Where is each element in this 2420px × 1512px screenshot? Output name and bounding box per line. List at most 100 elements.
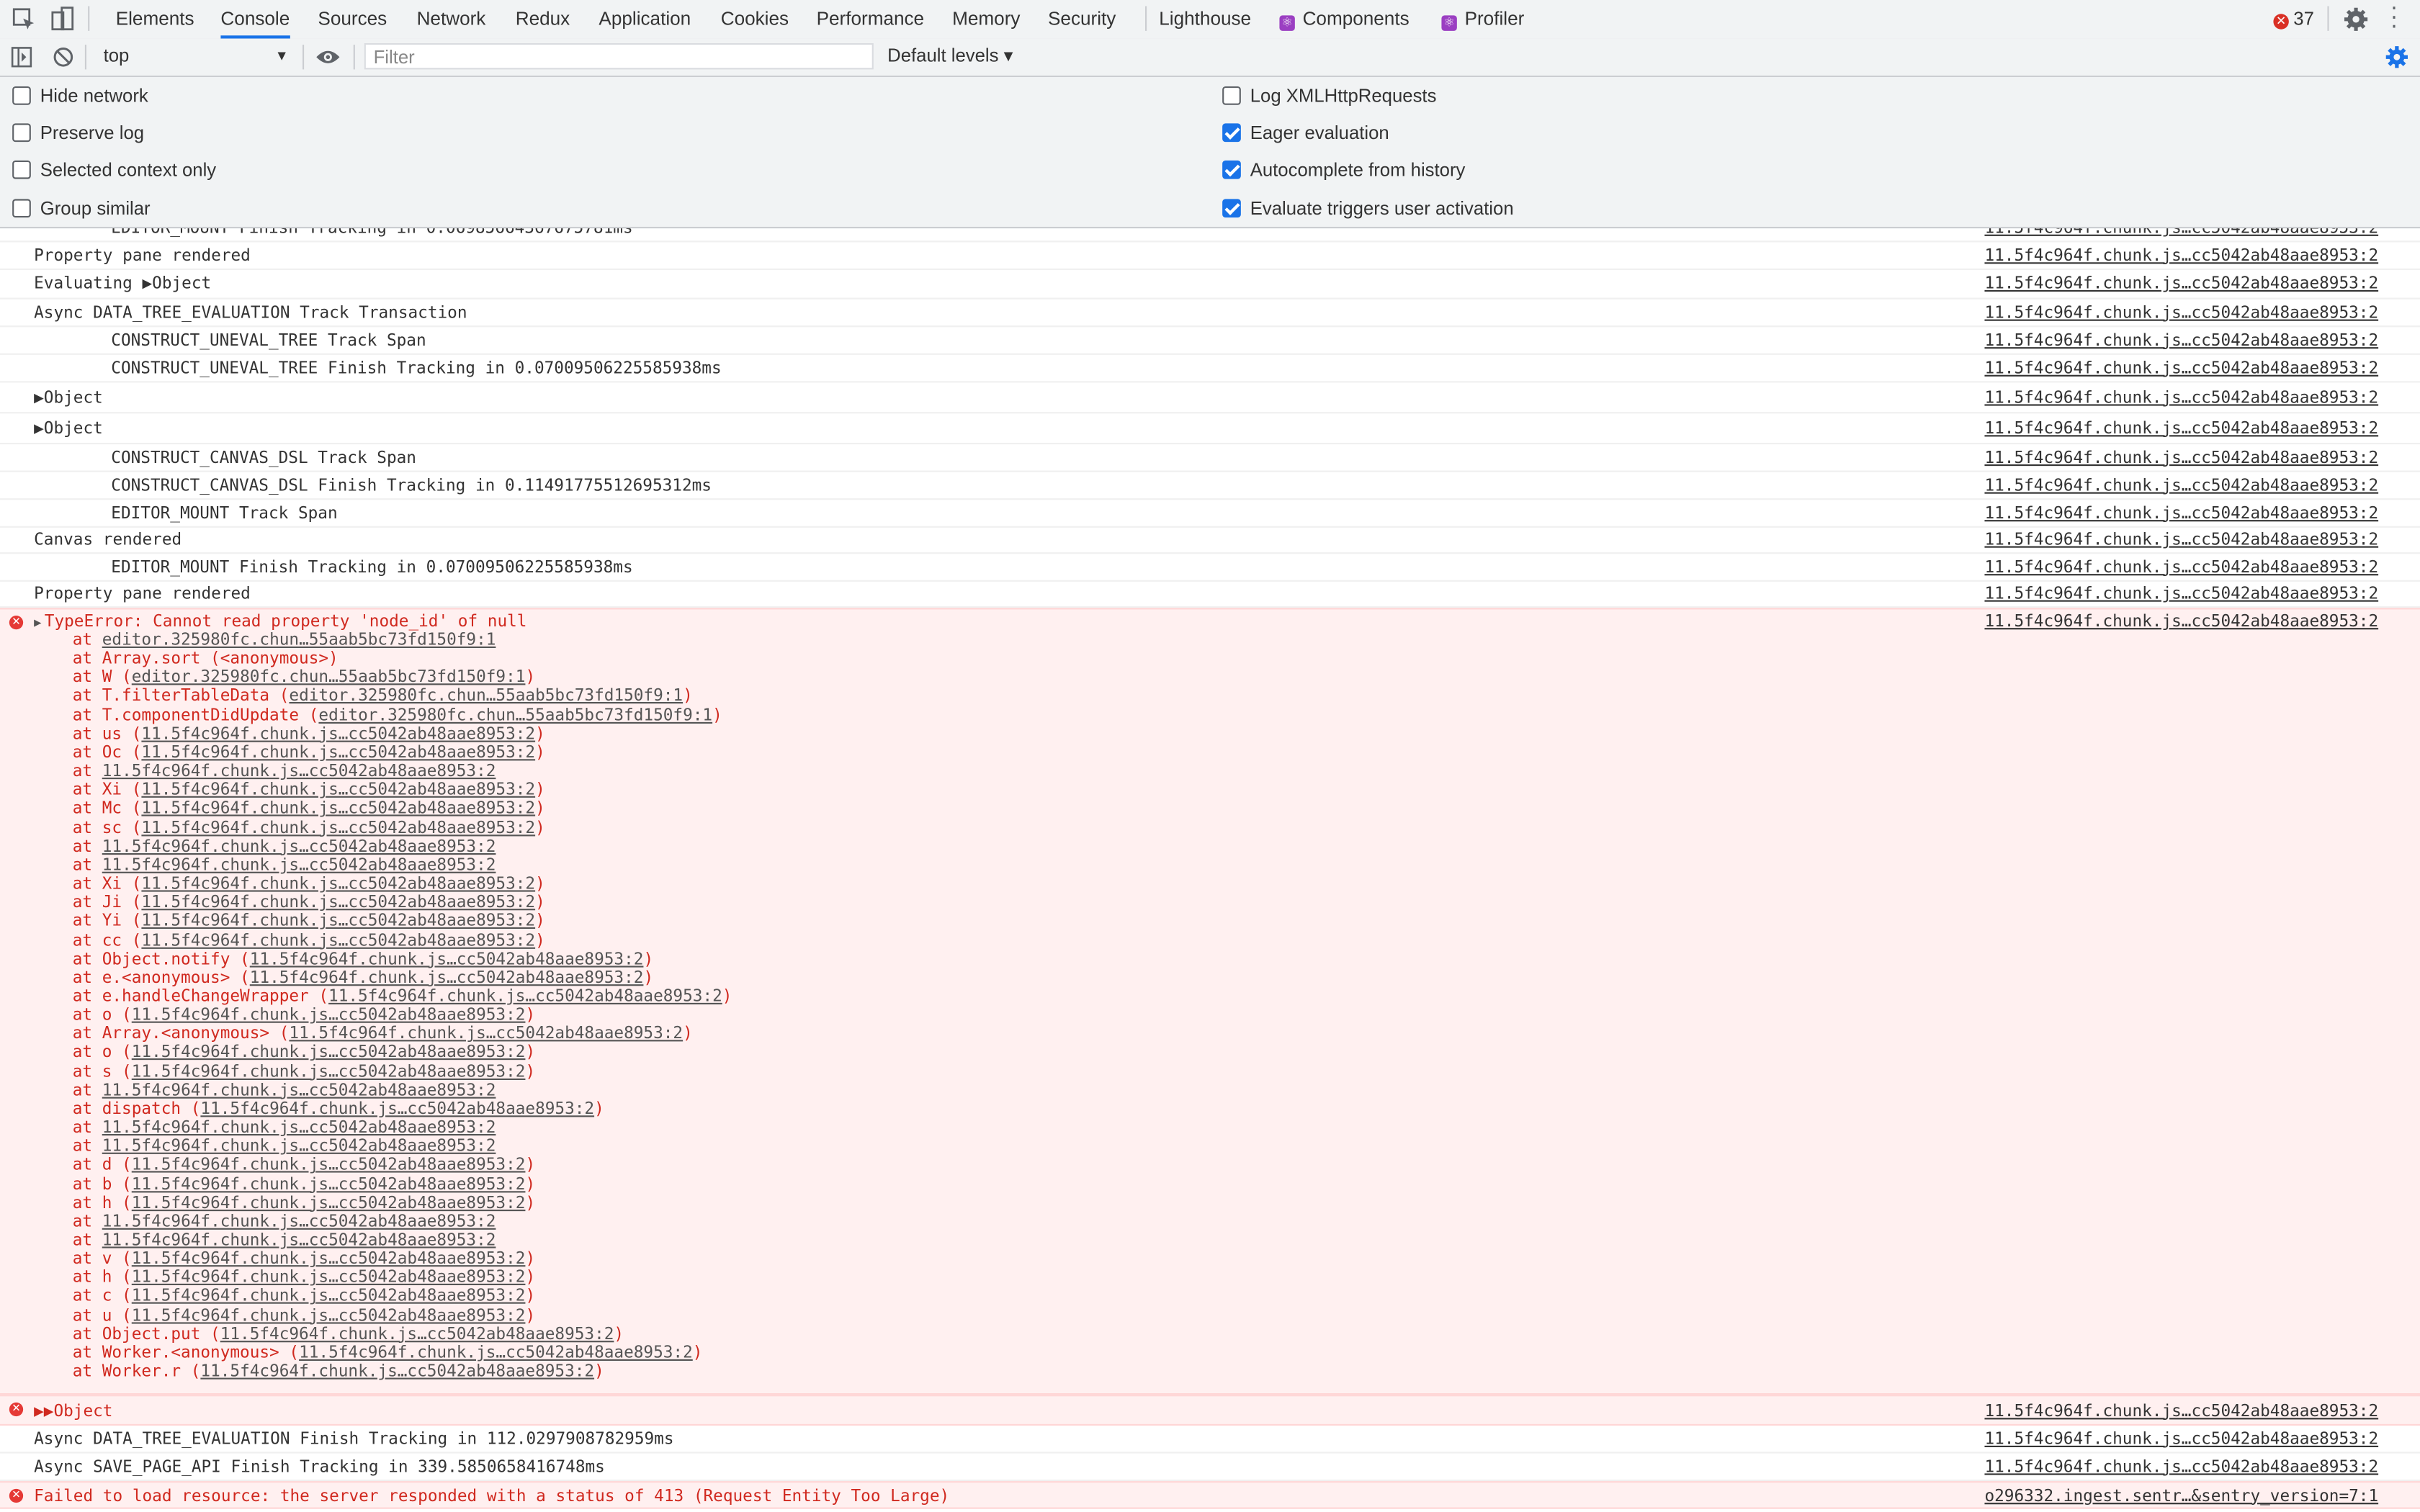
- stack-frame-link[interactable]: 11.5f4c964f.chunk.js…cc5042ab48aae8953:2: [132, 1063, 526, 1081]
- stack-frame-link[interactable]: 11.5f4c964f.chunk.js…cc5042ab48aae8953:2: [102, 1212, 496, 1231]
- stack-frame-link[interactable]: 11.5f4c964f.chunk.js…cc5042ab48aae8953:2: [141, 931, 535, 950]
- setting-evaluate-triggers-user-activation[interactable]: Evaluate triggers user activation: [1222, 195, 1514, 220]
- device-toolbar-icon[interactable]: [50, 6, 76, 32]
- checkbox[interactable]: [1222, 161, 1241, 180]
- stack-frame-link[interactable]: 11.5f4c964f.chunk.js…cc5042ab48aae8953:2: [132, 1250, 526, 1269]
- source-link[interactable]: 11.5f4c964f.chunk.js…cc5042ab48aae8953:2: [1984, 1429, 2378, 1448]
- stack-frame-link[interactable]: 11.5f4c964f.chunk.js…cc5042ab48aae8953:2: [141, 894, 535, 912]
- stack-frame-link[interactable]: 11.5f4c964f.chunk.js…cc5042ab48aae8953:2: [102, 1138, 496, 1156]
- setting-eager-evaluation[interactable]: Eager evaluation: [1222, 121, 1389, 145]
- tab-application[interactable]: Application: [599, 0, 691, 39]
- stack-frame-link[interactable]: 11.5f4c964f.chunk.js…cc5042ab48aae8953:2: [102, 1231, 496, 1250]
- expandable-object[interactable]: ▶▶Object: [34, 1402, 112, 1421]
- error-counter[interactable]: ✕ 37: [2273, 8, 2314, 30]
- live-expression-eye-icon[interactable]: [315, 48, 341, 66]
- stack-frame-link[interactable]: 11.5f4c964f.chunk.js…cc5042ab48aae8953:2: [200, 1362, 594, 1381]
- source-link[interactable]: 11.5f4c964f.chunk.js…cc5042ab48aae8953:2: [1984, 558, 2378, 577]
- stack-frame-link[interactable]: 11.5f4c964f.chunk.js…cc5042ab48aae8953:2: [328, 987, 722, 1006]
- clear-console-icon[interactable]: [53, 46, 74, 68]
- setting-group-similar[interactable]: Group similar: [12, 195, 151, 220]
- tab-components[interactable]: ⚛ Components: [1279, 0, 1410, 39]
- error-message[interactable]: ▶ TypeError: Cannot read property 'node_i…: [34, 613, 526, 631]
- stack-frame-link[interactable]: 11.5f4c964f.chunk.js…cc5042ab48aae8953:2: [299, 1344, 693, 1362]
- checkbox[interactable]: [12, 123, 31, 143]
- stack-frame-link[interactable]: 11.5f4c964f.chunk.js…cc5042ab48aae8953:2: [132, 1194, 526, 1212]
- stack-frame-link[interactable]: 11.5f4c964f.chunk.js…cc5042ab48aae8953:2: [141, 800, 535, 819]
- more-options-icon[interactable]: · · ·: [2390, 0, 2400, 39]
- tab-memory[interactable]: Memory: [952, 0, 1020, 39]
- stack-frame-link[interactable]: 11.5f4c964f.chunk.js…cc5042ab48aae8953:2: [250, 968, 644, 987]
- stack-frame-link[interactable]: editor.325980fc.chun…55aab5bc73fd150f9:1: [102, 631, 496, 649]
- source-link[interactable]: 11.5f4c964f.chunk.js…cc5042ab48aae8953:2: [1984, 613, 2378, 631]
- checkbox[interactable]: [1222, 123, 1241, 143]
- source-link[interactable]: 11.5f4c964f.chunk.js…cc5042ab48aae8953:2: [1984, 419, 2378, 438]
- source-link[interactable]: 11.5f4c964f.chunk.js…cc5042ab48aae8953:2: [1984, 388, 2378, 407]
- tab-performance[interactable]: Performance: [817, 0, 925, 39]
- stack-frame-link[interactable]: 11.5f4c964f.chunk.js…cc5042ab48aae8953:2: [102, 1081, 496, 1100]
- tab-redux[interactable]: Redux: [516, 0, 570, 39]
- source-link[interactable]: 11.5f4c964f.chunk.js…cc5042ab48aae8953:2: [1984, 504, 2378, 523]
- setting-hide-network[interactable]: Hide network: [12, 84, 148, 108]
- stack-frame-link[interactable]: editor.325980fc.chun…55aab5bc73fd150f9:1: [289, 688, 683, 706]
- stack-frame-link[interactable]: 11.5f4c964f.chunk.js…cc5042ab48aae8953:2: [132, 1269, 526, 1287]
- setting-autocomplete-from-history[interactable]: Autocomplete from history: [1222, 158, 1465, 182]
- stack-frame-link[interactable]: 11.5f4c964f.chunk.js…cc5042ab48aae8953:2: [102, 762, 496, 781]
- expandable-object[interactable]: ▶Object: [34, 419, 103, 438]
- tab-sources[interactable]: Sources: [318, 0, 387, 39]
- setting-log-xmlhttprequests[interactable]: Log XMLHttpRequests: [1222, 84, 1436, 108]
- console-settings-gear-icon[interactable]: [2385, 45, 2409, 69]
- source-link[interactable]: o296332.ingest.sentr…&sentry_version=7:1: [1984, 1487, 2378, 1506]
- source-link[interactable]: 11.5f4c964f.chunk.js…cc5042ab48aae8953:2: [1984, 449, 2378, 467]
- setting-selected-context-only[interactable]: Selected context only: [12, 158, 216, 182]
- tab-security[interactable]: Security: [1048, 0, 1116, 39]
- tab-lighthouse[interactable]: Lighthouse: [1159, 0, 1251, 39]
- stack-frame-link[interactable]: 11.5f4c964f.chunk.js…cc5042ab48aae8953:2: [141, 744, 535, 762]
- source-link[interactable]: 11.5f4c964f.chunk.js…cc5042ab48aae8953:2: [1984, 274, 2378, 293]
- stack-frame-link[interactable]: 11.5f4c964f.chunk.js…cc5042ab48aae8953:2: [102, 837, 496, 856]
- tab-elements[interactable]: Elements: [116, 0, 194, 39]
- checkbox[interactable]: [12, 161, 31, 180]
- stack-frame-link[interactable]: 11.5f4c964f.chunk.js…cc5042ab48aae8953:2: [132, 1306, 526, 1325]
- filter-input[interactable]: [364, 43, 874, 70]
- tab-console[interactable]: Console: [220, 0, 290, 39]
- stack-frame-link[interactable]: 11.5f4c964f.chunk.js…cc5042ab48aae8953:2: [132, 1044, 526, 1063]
- stack-frame-link[interactable]: 11.5f4c964f.chunk.js…cc5042ab48aae8953:2: [289, 1025, 683, 1043]
- settings-gear-icon[interactable]: [2343, 6, 2369, 32]
- expandable-object[interactable]: ▶Object: [34, 388, 103, 407]
- stack-frame-link[interactable]: 11.5f4c964f.chunk.js…cc5042ab48aae8953:2: [102, 1119, 496, 1138]
- checkbox[interactable]: [1222, 198, 1241, 217]
- tab-profiler[interactable]: ⚛ Profiler: [1441, 0, 1524, 39]
- checkbox[interactable]: [1222, 86, 1241, 105]
- source-link[interactable]: 11.5f4c964f.chunk.js…cc5042ab48aae8953:2: [1984, 585, 2378, 603]
- stack-frame-link[interactable]: 11.5f4c964f.chunk.js…cc5042ab48aae8953:2: [132, 1175, 526, 1194]
- stack-frame-link[interactable]: editor.325980fc.chun…55aab5bc73fd150f9:1: [318, 706, 712, 725]
- source-link[interactable]: 11.5f4c964f.chunk.js…cc5042ab48aae8953:2: [1984, 476, 2378, 495]
- context-selector[interactable]: top ▼: [94, 42, 295, 70]
- show-sidebar-icon[interactable]: [11, 46, 32, 68]
- stack-frame-link[interactable]: 11.5f4c964f.chunk.js…cc5042ab48aae8953:2: [132, 1287, 526, 1306]
- expand-triangle-icon[interactable]: ▶: [34, 616, 41, 629]
- source-link[interactable]: 11.5f4c964f.chunk.js…cc5042ab48aae8953:2: [1984, 531, 2378, 549]
- source-link[interactable]: 11.5f4c964f.chunk.js…cc5042ab48aae8953:2: [1984, 1457, 2378, 1476]
- tab-network[interactable]: Network: [417, 0, 486, 39]
- source-link[interactable]: 11.5f4c964f.chunk.js…cc5042ab48aae8953:2: [1984, 303, 2378, 322]
- stack-frame-link[interactable]: 11.5f4c964f.chunk.js…cc5042ab48aae8953:2: [132, 1156, 526, 1175]
- stack-frame-link[interactable]: 11.5f4c964f.chunk.js…cc5042ab48aae8953:2: [141, 819, 535, 837]
- source-link[interactable]: 11.5f4c964f.chunk.js…cc5042ab48aae8953:2: [1984, 228, 2378, 238]
- source-link[interactable]: 11.5f4c964f.chunk.js…cc5042ab48aae8953:2: [1984, 1402, 2378, 1421]
- stack-frame-link[interactable]: 11.5f4c964f.chunk.js…cc5042ab48aae8953:2: [200, 1100, 594, 1119]
- checkbox[interactable]: [12, 86, 31, 105]
- source-link[interactable]: 11.5f4c964f.chunk.js…cc5042ab48aae8953:2: [1984, 331, 2378, 350]
- stack-frame-link[interactable]: editor.325980fc.chun…55aab5bc73fd150f9:1: [132, 669, 526, 688]
- inspect-element-icon[interactable]: [11, 6, 37, 32]
- source-link[interactable]: 11.5f4c964f.chunk.js…cc5042ab48aae8953:2: [1984, 359, 2378, 377]
- log-levels-dropdown[interactable]: Default levels ▾: [887, 45, 1013, 66]
- source-link[interactable]: 11.5f4c964f.chunk.js…cc5042ab48aae8953:2: [1984, 246, 2378, 265]
- stack-frame-link[interactable]: 11.5f4c964f.chunk.js…cc5042ab48aae8953:2: [141, 875, 535, 894]
- checkbox[interactable]: [12, 198, 31, 217]
- stack-frame-link[interactable]: 11.5f4c964f.chunk.js…cc5042ab48aae8953:2: [141, 781, 535, 800]
- stack-frame-link[interactable]: 11.5f4c964f.chunk.js…cc5042ab48aae8953:2: [141, 725, 535, 744]
- setting-preserve-log[interactable]: Preserve log: [12, 121, 144, 145]
- tab-cookies[interactable]: Cookies: [721, 0, 789, 39]
- stack-frame-link[interactable]: 11.5f4c964f.chunk.js…cc5042ab48aae8953:2: [250, 950, 644, 968]
